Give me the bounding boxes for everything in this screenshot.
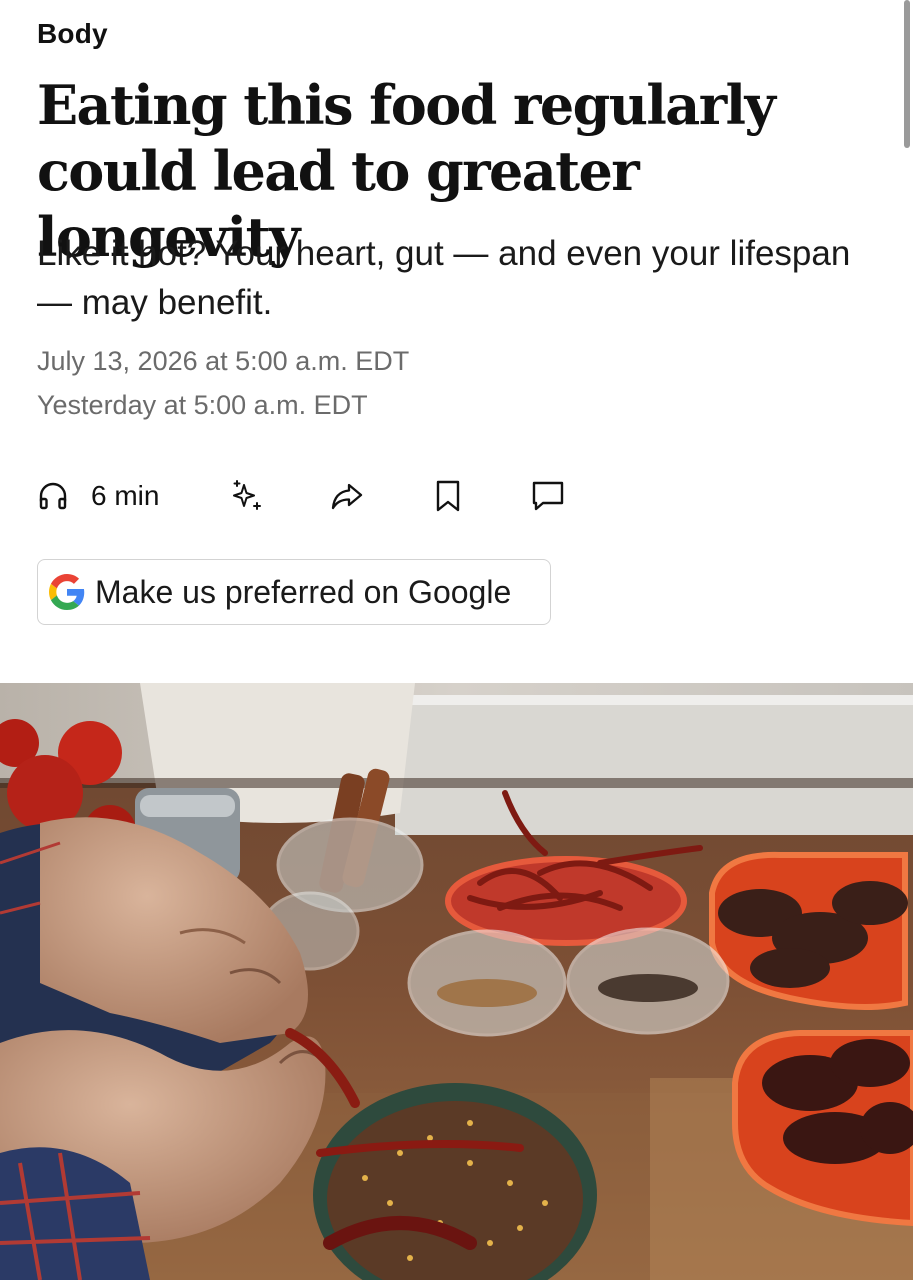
scrollbar-thumb[interactable]: [904, 0, 910, 148]
bookmark-icon: [433, 479, 463, 513]
google-preferred-button[interactable]: Make us preferred on Google: [37, 559, 551, 625]
headphones-icon: [37, 480, 69, 512]
google-preferred-label: Make us preferred on Google: [95, 573, 512, 610]
share-button[interactable]: [329, 474, 365, 518]
save-button[interactable]: [433, 474, 463, 518]
sparkle-icon: [229, 478, 265, 514]
article-action-bar: 6 min: [37, 474, 597, 518]
updated-timestamp: Yesterday at 5:00 a.m. EDT: [37, 390, 368, 420]
article-dek: Like it hot? Your heart, gut — and even …: [37, 234, 851, 322]
lead-photo: [0, 683, 913, 1280]
section-label[interactable]: Body: [37, 18, 108, 50]
ai-summary-button[interactable]: [229, 474, 265, 518]
google-g-icon: [49, 574, 85, 610]
share-icon: [329, 478, 365, 514]
comments-button[interactable]: [531, 474, 565, 518]
comment-icon: [531, 479, 565, 513]
listen-button[interactable]: 6 min: [37, 474, 159, 518]
listen-duration: 6 min: [91, 480, 160, 511]
published-timestamp: July 13, 2026 at 5:00 a.m. EDT: [37, 346, 410, 376]
